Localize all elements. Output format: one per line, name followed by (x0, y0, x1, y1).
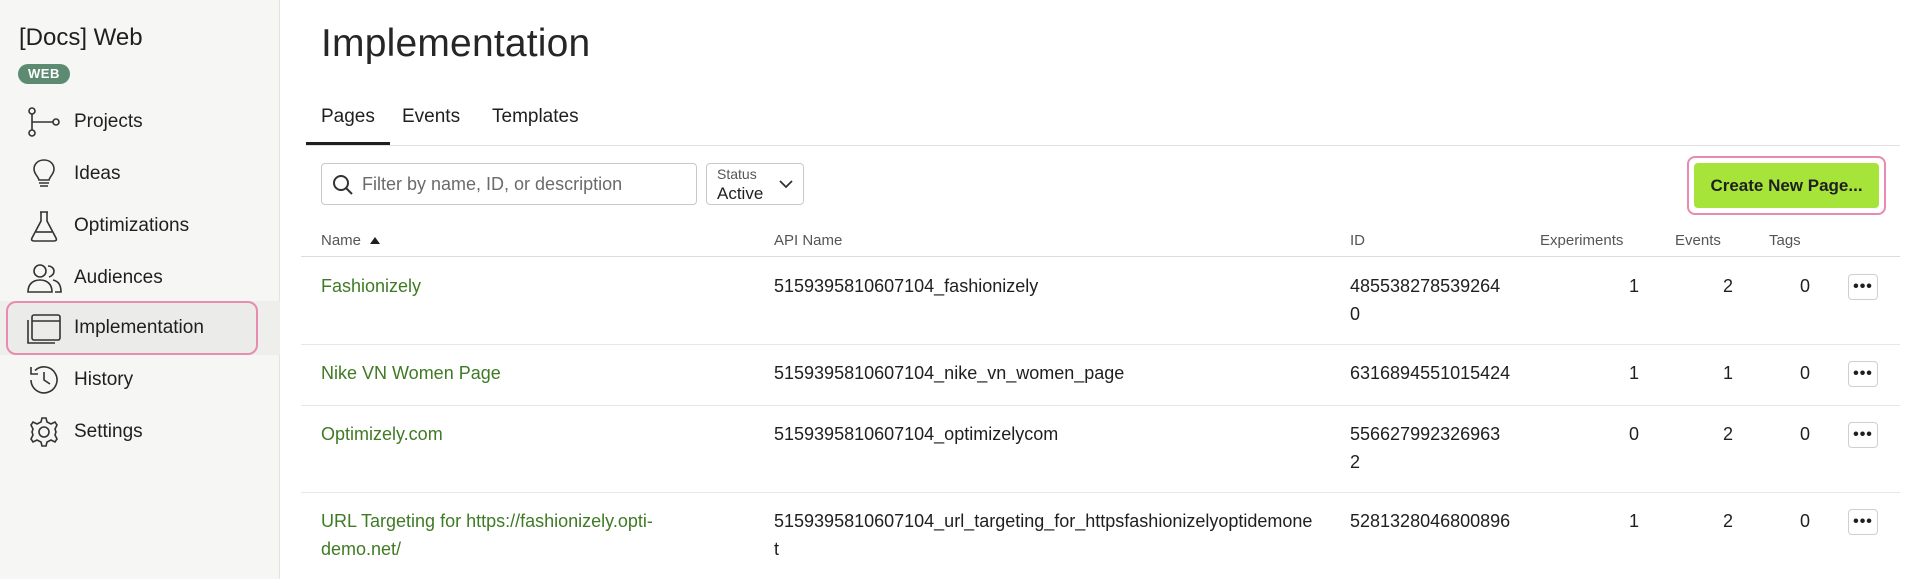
browser-window-icon (27, 314, 61, 344)
sidebar-item-label: Settings (74, 421, 143, 442)
lightbulb-icon (33, 159, 55, 187)
experiments-cell: 0 (1628, 424, 1639, 444)
experiments-cell: 1 (1628, 363, 1639, 383)
tab-pages[interactable]: Pages (306, 106, 390, 145)
gear-icon (30, 417, 58, 447)
api-name-cell-continued: t (774, 539, 780, 559)
column-header-label: Name (321, 232, 362, 249)
page-name-link[interactable]: Optimizely.com (321, 420, 443, 448)
sidebar-item-projects[interactable]: Projects (6, 95, 258, 149)
page-name-link-continued[interactable]: demo.net/ (321, 535, 401, 563)
sidebar-item-optimizations[interactable]: Optimizations (6, 199, 258, 253)
tab-bar: Pages Events Templates (306, 98, 1900, 146)
sidebar-item-label: Projects (74, 111, 143, 132)
tab-templates[interactable]: Templates (492, 106, 579, 142)
sidebar-item-label: Optimizations (74, 215, 190, 236)
column-header-experiments: Experiments (1540, 232, 1624, 249)
create-new-page-button[interactable]: Create New Page... (1694, 163, 1879, 208)
history-icon (30, 366, 58, 394)
sidebar-item-label: Audiences (74, 267, 163, 288)
row-actions-button[interactable]: ••• (1848, 422, 1878, 448)
row-divider (301, 492, 1900, 493)
chevron-down-icon (779, 180, 793, 189)
search-input[interactable] (362, 170, 682, 198)
id-cell: 556627992326963 (1350, 424, 1501, 444)
flask-icon (30, 211, 58, 242)
tags-cell: 0 (1799, 511, 1810, 531)
id-cell-continued: 2 (1350, 452, 1361, 472)
column-header-name[interactable]: Name (321, 232, 381, 249)
projects-icon (28, 107, 60, 137)
search-icon (333, 175, 353, 195)
page-name-link[interactable]: Fashionizely (321, 272, 421, 300)
sort-ascending-icon (370, 237, 381, 244)
tags-cell: 0 (1799, 424, 1810, 444)
column-header-api-name: API Name (774, 232, 843, 249)
id-cell: 6316894551015424 (1350, 363, 1511, 383)
events-cell: 1 (1722, 363, 1733, 383)
id-cell: 5281328046800896 (1350, 511, 1511, 531)
project-title: [Docs] Web (19, 24, 143, 51)
tab-events[interactable]: Events (402, 106, 460, 142)
page-name-link[interactable]: Nike VN Women Page (321, 359, 501, 387)
sidebar-item-audiences[interactable]: Audiences (6, 251, 258, 305)
row-actions-button[interactable]: ••• (1848, 361, 1878, 387)
api-name-cell: 5159395810607104_nike_vn_women_page (774, 363, 1125, 383)
status-select[interactable]: Status Active (706, 163, 804, 205)
api-name-cell: 5159395810607104_optimizelycom (774, 424, 1059, 444)
sidebar-item-settings[interactable]: Settings (6, 405, 258, 459)
id-cell-continued: 0 (1350, 304, 1361, 324)
page-title: Implementation (321, 22, 591, 65)
sidebar-item-ideas[interactable]: Ideas (6, 147, 258, 201)
status-select-label: Status (717, 166, 757, 182)
sidebar: [Docs] Web WEB Projects Ideas Optimizati… (0, 0, 280, 579)
project-type-badge: WEB (18, 64, 70, 84)
sidebar-item-history[interactable]: History (6, 353, 258, 407)
sidebar-item-implementation[interactable]: Implementation (6, 301, 258, 355)
experiments-cell: 1 (1628, 511, 1639, 531)
row-actions-button[interactable]: ••• (1848, 274, 1878, 300)
api-name-cell: 5159395810607104_url_targeting_for_https… (774, 511, 1313, 531)
header-divider (301, 256, 1900, 257)
main-content: Implementation Pages Events Templates St… (281, 0, 1914, 579)
events-cell: 2 (1722, 511, 1733, 531)
status-select-value: Active (717, 184, 764, 203)
events-cell: 2 (1722, 276, 1733, 296)
api-name-cell: 5159395810607104_fashionizely (774, 276, 1039, 296)
row-divider (301, 405, 1900, 406)
experiments-cell: 1 (1628, 276, 1639, 296)
id-cell: 485538278539264 (1350, 276, 1501, 296)
events-cell: 2 (1722, 424, 1733, 444)
sidebar-item-label: Ideas (74, 163, 121, 184)
tags-cell: 0 (1799, 363, 1810, 383)
search-field[interactable] (321, 163, 697, 205)
page-name-link[interactable]: URL Targeting for https://fashionizely.o… (321, 507, 653, 535)
row-divider (301, 344, 1900, 345)
row-actions-button[interactable]: ••• (1848, 509, 1878, 535)
create-button-highlight: Create New Page... (1687, 156, 1886, 215)
column-header-events: Events (1675, 232, 1721, 249)
users-icon (27, 264, 62, 293)
tags-cell: 0 (1799, 276, 1810, 296)
column-header-tags: Tags (1769, 232, 1801, 249)
sidebar-item-label: History (74, 369, 134, 390)
column-header-id: ID (1350, 232, 1365, 249)
sidebar-item-label: Implementation (74, 317, 204, 338)
